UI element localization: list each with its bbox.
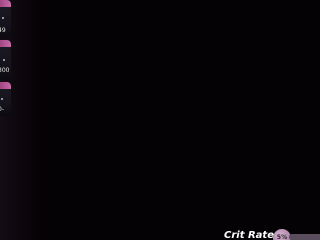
card-header-band — [0, 40, 11, 47]
stat-percent: 5% — [276, 234, 288, 240]
card-header-band — [0, 0, 11, 7]
upgrade-value: 49 — [0, 27, 6, 34]
card-dot — [1, 98, 3, 100]
upgrade-card[interactable]: 49 — [0, 0, 11, 38]
crit-rate-stat: Crit Rate 5% — [222, 229, 320, 240]
upgrade-value: 0- — [0, 106, 4, 113]
stat-bar — [289, 234, 320, 240]
game-scene: 49 300 0- Crit Rate 5% — [0, 0, 320, 240]
card-header-band — [0, 82, 11, 89]
stat-label: Crit Rate — [224, 230, 274, 240]
upgrade-card[interactable]: 300 — [0, 40, 11, 80]
upgrade-card[interactable]: 0- — [0, 82, 11, 116]
upgrade-value: 300 — [0, 67, 10, 74]
card-dot — [2, 17, 4, 19]
card-dot — [3, 59, 5, 61]
stat-percent-badge: 5% — [273, 229, 291, 240]
